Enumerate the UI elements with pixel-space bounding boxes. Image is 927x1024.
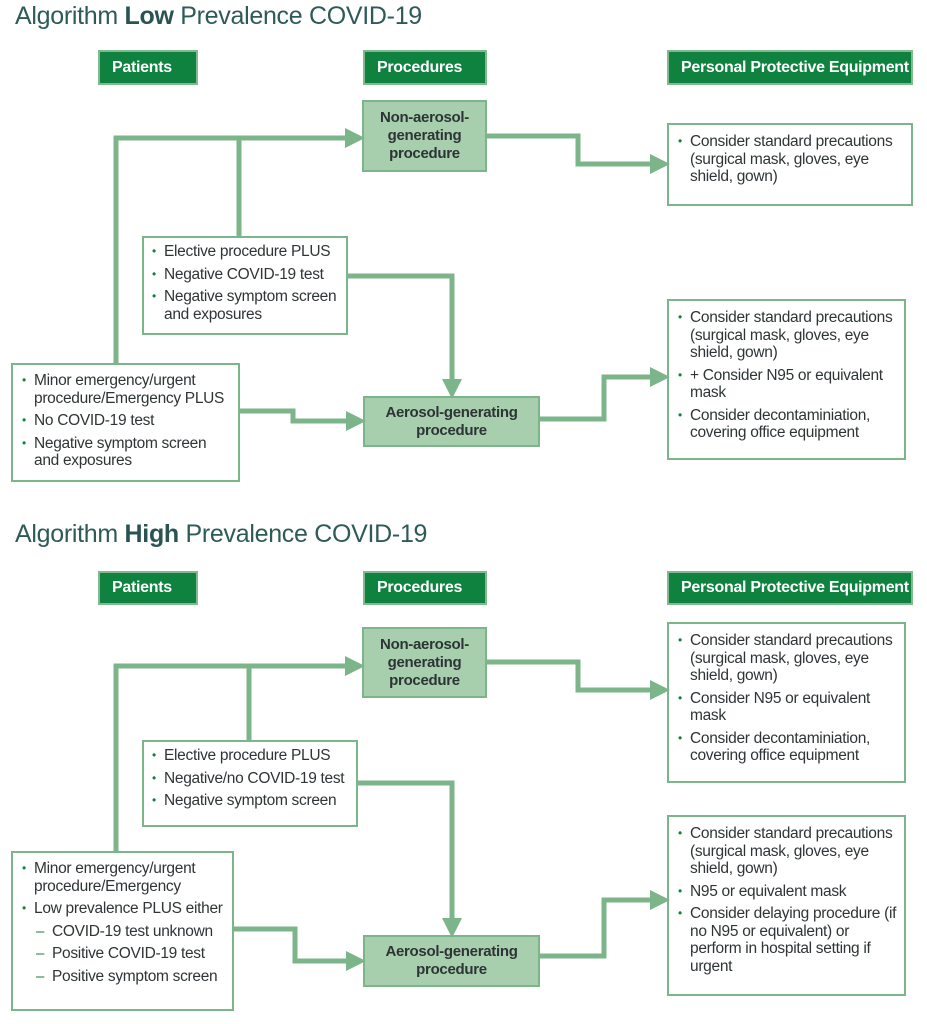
connector-elective-to-aerosol [358, 780, 462, 938]
connector-minor-to-non-aerosol [113, 656, 365, 851]
connector-minor-to-aerosol [240, 408, 366, 431]
connector-elective-to-aerosol [348, 273, 462, 399]
connector-non-aerosol-to-ppe [487, 133, 670, 174]
connector-aerosol-to-ppe [540, 367, 670, 422]
connector-non-aerosol-to-ppe [487, 659, 670, 700]
connector-aerosol-to-ppe [540, 890, 670, 959]
connector-minor-to-non-aerosol [113, 128, 365, 363]
connector-minor-to-aerosol [234, 926, 366, 971]
connector-layer [113, 128, 670, 971]
